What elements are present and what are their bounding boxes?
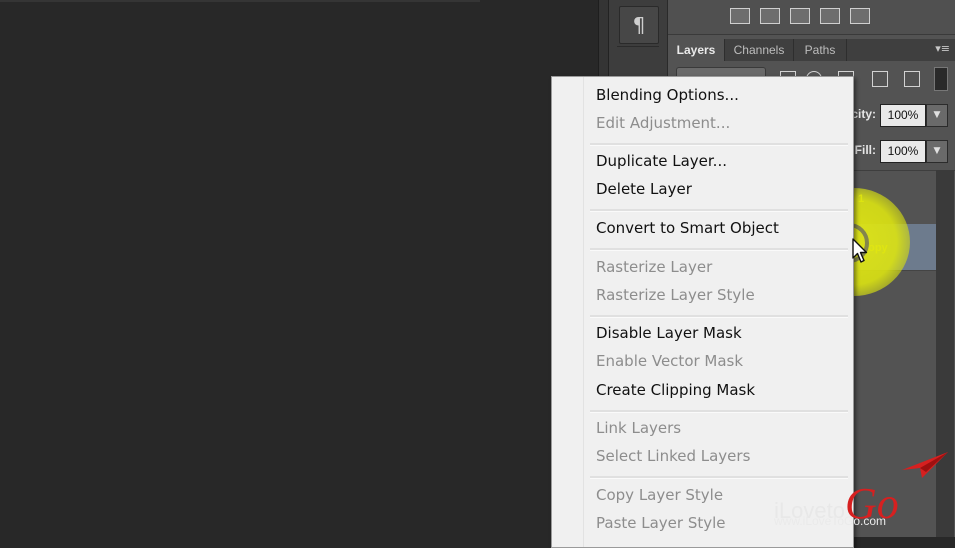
tool-divider: [617, 46, 659, 47]
opacity-dropdown-button[interactable]: ▼: [926, 104, 948, 127]
vibrance-adjustment-icon[interactable]: [790, 8, 810, 24]
menu-separator: [590, 209, 848, 212]
menu-item-link-layers: Link Layers: [596, 419, 682, 437]
opacity-input[interactable]: 100%: [880, 104, 926, 127]
menu-item-disable-layer-mask[interactable]: Disable Layer Mask: [596, 321, 742, 345]
menu-separator: [590, 143, 848, 146]
menu-item-copy-layer-style: Copy Layer Style: [596, 486, 724, 504]
opacity-label: city:: [851, 107, 876, 121]
menu-item-edit-adjustment: Edit Adjustment...: [596, 114, 731, 132]
menu-separator: [590, 315, 848, 318]
gradient-map-adjustment-icon[interactable]: [850, 8, 870, 24]
menu-item-delete-layer[interactable]: Delete Layer: [596, 177, 692, 201]
canvas-top-edge: [0, 0, 480, 2]
menu-item-rasterize-layer: Rasterize Layer: [596, 258, 713, 276]
tab-channels[interactable]: Channels: [725, 39, 794, 61]
watermark-logo: iLovetoGo www.iLoveToGo.com: [772, 448, 952, 534]
menu-item-rasterize-layer-style: Rasterize Layer Style: [596, 286, 755, 304]
adjustments-icons-row: [668, 0, 955, 35]
paper-plane-icon: [902, 452, 948, 478]
menu-separator: [590, 248, 848, 251]
smart-object-filter-icon[interactable]: [904, 71, 920, 87]
menu-separator: [590, 410, 848, 413]
watermark-url: www.iLoveToGo.com: [774, 514, 887, 528]
exposure-adjustment-icon[interactable]: [760, 8, 780, 24]
curves-adjustment-icon[interactable]: [730, 8, 750, 24]
mouse-pointer-icon: [852, 238, 868, 263]
menu-item-create-clipping-mask[interactable]: Create Clipping Mask: [596, 378, 755, 402]
menu-item-select-linked-layers: Select Linked Layers: [596, 447, 751, 465]
document-canvas[interactable]: [0, 0, 598, 537]
shape-filter-icon[interactable]: [872, 71, 888, 87]
menu-icon-gutter: [552, 77, 584, 547]
filter-toggle-switch[interactable]: [934, 67, 948, 91]
tab-layers[interactable]: Layers: [668, 39, 725, 61]
fill-dropdown-button[interactable]: ▼: [926, 140, 948, 163]
tab-paths[interactable]: Paths: [794, 39, 847, 61]
panel-tabs: Layers Channels Paths ▾≡: [668, 39, 955, 61]
channel-mixer-adjustment-icon[interactable]: [820, 8, 840, 24]
menu-item-blending-options[interactable]: Blending Options...: [596, 83, 739, 107]
fill-input[interactable]: 100%: [880, 140, 926, 163]
fill-label: Fill:: [854, 143, 876, 157]
menu-item-paste-layer-style: Paste Layer Style: [596, 514, 726, 532]
paragraph-icon[interactable]: ¶: [619, 6, 659, 44]
menu-item-duplicate-layer[interactable]: Duplicate Layer...: [596, 149, 727, 173]
menu-item-convert-to-smart-object[interactable]: Convert to Smart Object: [596, 216, 779, 240]
menu-item-enable-vector-mask: Enable Vector Mask: [596, 352, 744, 370]
panel-menu-icon[interactable]: ▾≡: [935, 42, 950, 55]
